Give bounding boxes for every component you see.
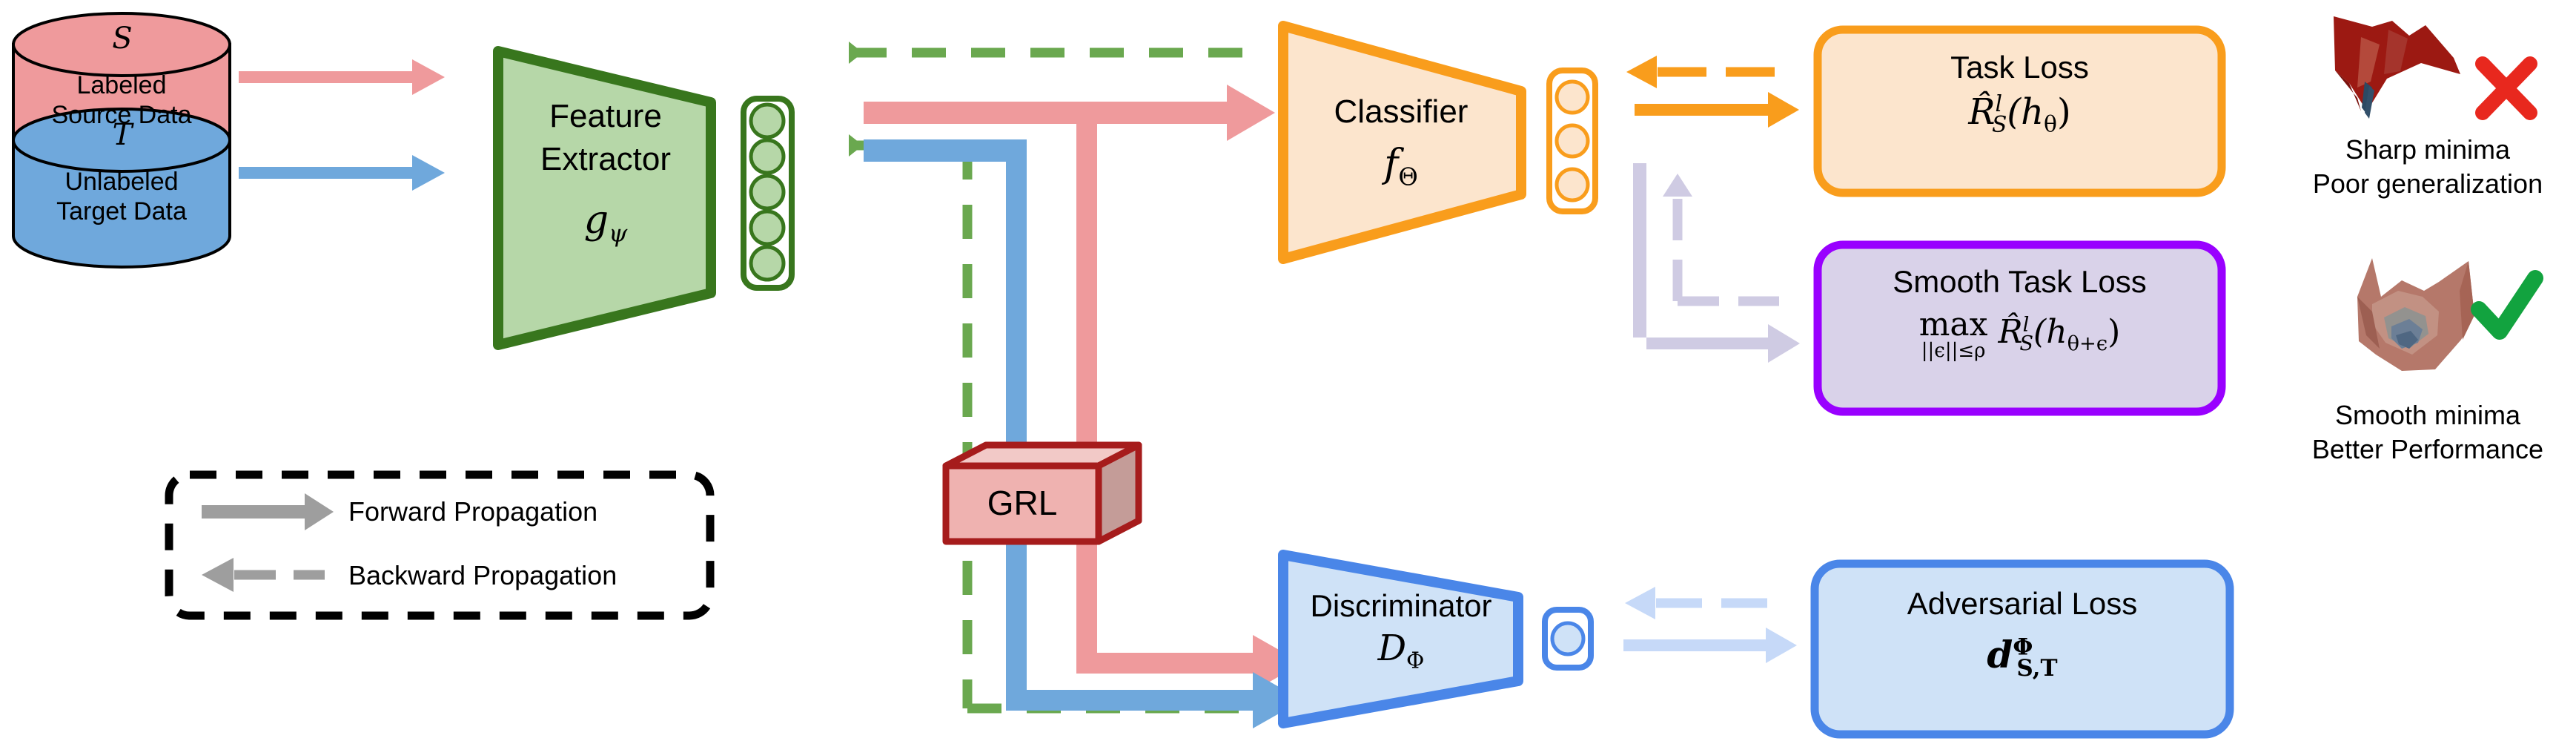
smooth-task-loss-operator: max [1918,306,1988,343]
discriminator-symbol-base: D [1377,628,1407,669]
source-symbol: S [112,22,133,56]
task-loss-formula-sub: S [1991,111,2007,138]
backward-green-lower [849,134,1282,714]
arrow-discriminator-to-advloss [1623,628,1797,663]
target-label-line1: Unlabeled [64,168,179,196]
legend-forward-label: Forward Propagation [348,496,598,527]
classifier-symbol-sub: Θ [1398,162,1418,191]
target-label-line2: Target Data [56,197,187,225]
classifier-symbol: fΘ [1290,142,1512,191]
feature-extractor-symbol-base: g [583,198,609,243]
smooth-task-loss-title: Smooth Task Loss [1893,264,2147,299]
adversarial-loss-base: d [1987,633,2013,676]
adversarial-loss-formula: dΦS,T [1815,634,2230,682]
arrow-classifier-to-taskloss [1635,92,1799,128]
feature-extractor-symbol: gψ [498,198,713,248]
arrow-target-to-feature [239,155,445,191]
smooth-minima-caption-line1: Smooth minima [2334,400,2521,430]
adversarial-loss-title: Adversarial Loss [1907,586,2138,621]
smooth-task-loss-risk: R̂lS [1998,312,2034,355]
sharp-minima-surface [2334,16,2460,119]
smooth-minima-surface [2357,258,2474,371]
smooth-task-loss-arg: (h [2033,312,2067,351]
classifier-label: Classifier [1334,93,1469,130]
discriminator-units [1542,607,1594,671]
sharp-minima-caption-line2: Poor generalization [2312,168,2543,199]
feature-extractor-label-line1: Feature [549,98,662,134]
forward-pink-path [864,85,1302,691]
task-loss-formula-risk: R̂lS [1968,91,2007,138]
smooth-task-loss-constraint: ||ϵ||≤ρ [1921,340,1986,362]
feature-extractor-label-line2: Extractor [540,141,672,177]
backward-green-upper [849,42,1260,64]
task-loss-formula-arg: (h [2007,91,2044,133]
arrow-taskloss-backward [1626,56,1779,88]
grl-label: GRL [987,484,1058,522]
feature-extractor-symbol-sub: ψ [609,219,628,248]
discriminator-symbol-sub: Φ [1406,648,1425,674]
smooth-task-loss-close: ) [2108,312,2121,351]
task-loss-formula-close: ) [2056,91,2071,133]
smooth-task-loss-formula: max ||ϵ||≤ρ R̂lS(hθ+ϵ) [1818,309,2222,361]
arrow-source-to-feature [239,59,445,95]
task-loss-title: Task Loss [1950,50,2089,85]
smooth-task-loss-sub: S [2019,332,2034,355]
legend-backward-label: Backward Propagation [348,560,617,590]
check-icon [2471,270,2543,340]
arrow-advloss-backward [1625,587,1772,619]
arrow-smooth-backward [1663,174,1779,306]
target-symbol: T [112,118,133,152]
cross-icon [2475,56,2537,120]
classifier-units [1546,68,1598,214]
arrow-smooth-forward [1633,163,1800,363]
source-label-line1: Labeled [76,71,167,99]
legend-forward-arrow [202,493,334,530]
smooth-task-loss-arg-sub: θ+ϵ [2067,332,2108,355]
discriminator-symbol: DΦ [1279,628,1523,674]
smooth-minima-caption-line2: Better Performance [2311,434,2544,464]
legend-backward-arrow [202,558,325,592]
task-loss-formula-arg-sub: θ [2044,111,2057,138]
adversarial-loss-sub: S,T [2016,655,2058,682]
discriminator-label: Discriminator [1310,588,1492,623]
classifier-symbol-base: f [1384,142,1399,186]
architecture-diagram: S Labeled Source Data T Unlabeled Target… [0,0,2576,744]
task-loss-formula: R̂lS(hθ) [1818,92,2222,137]
sharp-minima-caption-line1: Sharp minima [2345,134,2511,165]
feature-extractor-units [741,96,795,291]
